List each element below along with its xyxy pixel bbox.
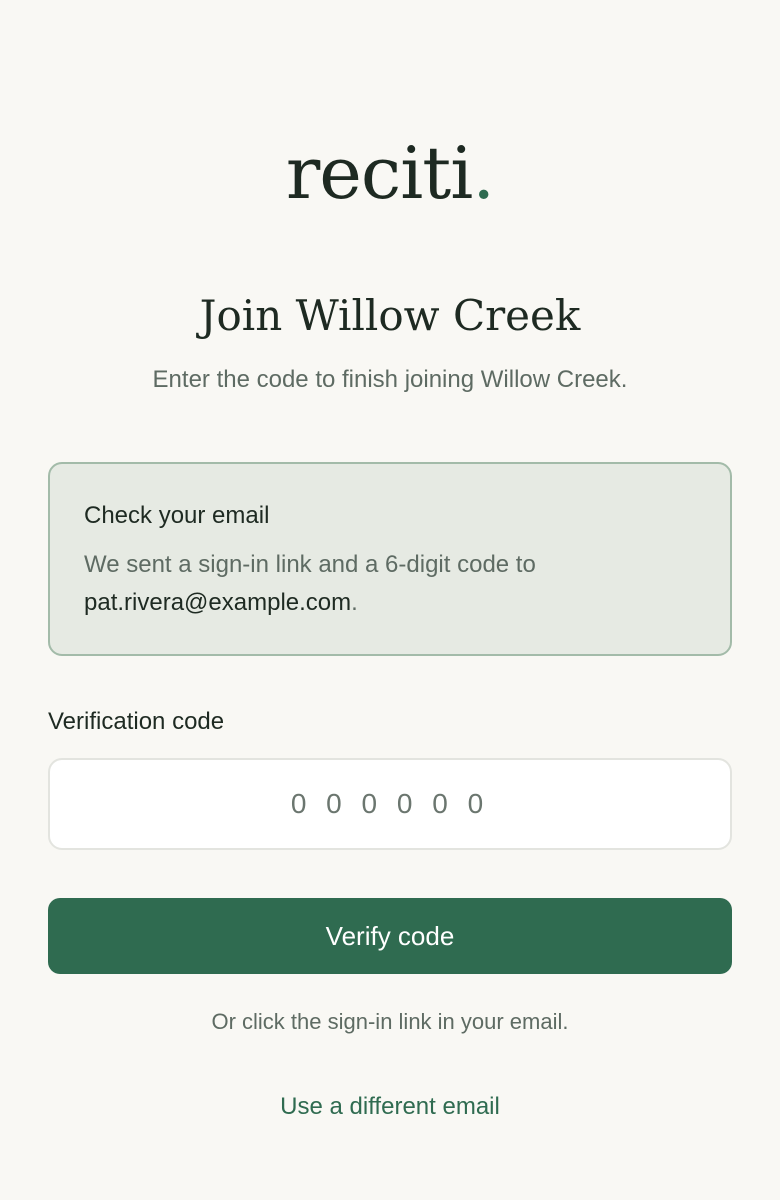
verify-code-button[interactable]: Verify code (48, 898, 732, 974)
brand-dot: . (472, 131, 495, 215)
brand-logo: reciti. (0, 128, 780, 218)
page-subtitle: Enter the code to finish joining Willow … (152, 366, 628, 393)
use-different-email-link[interactable]: Use a different email (0, 1090, 780, 1124)
notice-title: Check your email (84, 502, 270, 529)
notice-email: pat.rivera@example.com (84, 589, 352, 616)
brand-name: reciti (285, 131, 473, 215)
verification-code-label: Verification code (48, 708, 225, 735)
email-sent-notice: Check your email We sent a sign-in link … (48, 462, 732, 656)
sign-in-link-hint: Or click the sign-in link in your email. (211, 1009, 569, 1034)
notice-message: We sent a sign-in link and a 6-digit cod… (84, 551, 536, 578)
notice-trailing: . (351, 589, 358, 616)
page-title: Join Willow Creek (199, 291, 581, 340)
notice-body: We sent a sign-in link and a 6-digit cod… (84, 546, 696, 622)
verification-code-input[interactable] (48, 758, 732, 850)
